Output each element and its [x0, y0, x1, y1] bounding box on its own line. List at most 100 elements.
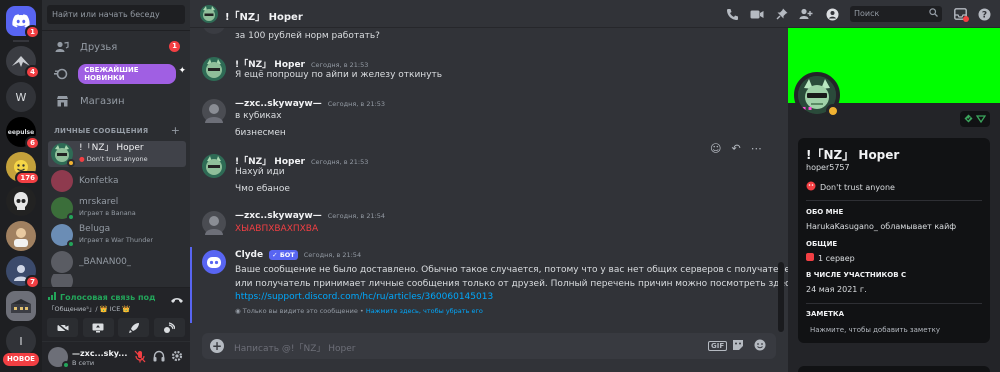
- inbox-badge: [963, 16, 969, 22]
- mutual-servers-text: 1 сервер: [818, 253, 855, 263]
- disconnect-icon[interactable]: [170, 296, 184, 307]
- server-icon-2[interactable]: W: [6, 82, 36, 112]
- avatar[interactable]: [202, 250, 226, 274]
- author-name[interactable]: !「NZ」 Hoper: [235, 154, 305, 167]
- nav-shop[interactable]: Магазин: [50, 90, 186, 112]
- avatar[interactable]: [202, 211, 226, 235]
- inbox-icon[interactable]: [952, 6, 969, 22]
- add-reaction-icon[interactable]: ☺: [710, 142, 721, 155]
- svg-text:▪ ▪: ▪ ▪: [802, 105, 812, 112]
- user-name[interactable]: —zxc...sky...: [72, 349, 127, 358]
- signal-icon: [48, 292, 57, 302]
- add-attachment-icon[interactable]: +: [210, 339, 224, 353]
- server-avatar: [6, 186, 36, 216]
- message-header: Clyde ✓ БОТ Сегодня, в 21:54: [235, 250, 361, 260]
- nitro-icon: [54, 66, 68, 82]
- headphones-icon[interactable]: [153, 350, 165, 365]
- chat-area: за 100 рублей норм работать? !「NZ」 Hoper…: [190, 0, 798, 372]
- dm-item-beluga[interactable]: Beluga Играет в War Thunder: [48, 222, 186, 248]
- emoji-icon[interactable]: [754, 339, 766, 354]
- support-link[interactable]: https://support.discord.com/hc/ru/articl…: [235, 292, 493, 302]
- voice-call-icon[interactable]: [724, 6, 740, 22]
- shop-icon: [54, 93, 70, 109]
- profile-badges: [960, 111, 990, 127]
- voice-channel[interactable]: 「Общение⁵」/ 👑 ICE 👑: [48, 303, 130, 313]
- avatar[interactable]: [202, 154, 226, 178]
- user-avatar[interactable]: [48, 347, 70, 369]
- status-idle-icon: [826, 104, 840, 118]
- chat-scrollbar[interactable]: [778, 262, 784, 332]
- create-dm-button[interactable]: +: [171, 124, 180, 137]
- hypesquad-badge-icon[interactable]: [964, 113, 973, 126]
- profile-custom-status: Don't trust anyone: [806, 181, 895, 193]
- add-friends-to-dm-icon[interactable]: [798, 6, 814, 22]
- reply-icon[interactable]: ↶: [731, 142, 740, 155]
- server-icon-3[interactable]: eepulse 6: [6, 117, 40, 150]
- server-icon-7[interactable]: 7: [6, 256, 40, 289]
- help-icon[interactable]: ?: [976, 6, 992, 22]
- divider: [806, 200, 982, 201]
- nav-friends[interactable]: Друзья 1: [50, 36, 186, 58]
- server-icon-1[interactable]: 4: [6, 46, 40, 79]
- server-icon-8[interactable]: [6, 291, 36, 321]
- dm-search-input[interactable]: Найти или начать беседу: [47, 5, 185, 24]
- author-name[interactable]: !「NZ」 Hoper: [235, 57, 305, 70]
- author-name[interactable]: —zxc..skywayw—: [235, 211, 322, 221]
- author-name[interactable]: —zxc..skywayw—: [235, 99, 322, 109]
- dm-item-konfetka[interactable]: Konfetka: [48, 168, 186, 194]
- status-online: [67, 240, 75, 248]
- camera-off-button[interactable]: [47, 318, 78, 337]
- avatar[interactable]: [202, 57, 226, 81]
- video-call-icon[interactable]: [749, 6, 765, 22]
- soundboard-button[interactable]: [153, 318, 185, 337]
- activity-rocket-button[interactable]: [118, 318, 150, 337]
- more-options-icon[interactable]: ⋯: [751, 142, 762, 155]
- server-icon-6[interactable]: [6, 221, 36, 251]
- note-input[interactable]: Нажмите, чтобы добавить заметку: [810, 326, 940, 334]
- dm-name: mrskarel: [79, 197, 119, 207]
- custom-status-text: Don't trust anyone: [820, 182, 895, 192]
- settings-gear-icon[interactable]: [171, 350, 183, 365]
- dm-item-partial[interactable]: [48, 274, 186, 288]
- dm-item-banan[interactable]: _BANAN00_: [48, 249, 186, 275]
- gif-button[interactable]: GIF: [708, 341, 728, 351]
- discord-window: 1 4 W eepulse 6 176 7 I НОВОЕ Найти или …: [0, 0, 1000, 372]
- server-avatar: W: [6, 82, 36, 112]
- message-composer[interactable]: + Написать @!「NZ」 Hoper GIF: [202, 333, 776, 359]
- eye-icon: ◉: [235, 307, 241, 315]
- sticker-icon[interactable]: [732, 339, 744, 354]
- profile-extra-card: [798, 366, 990, 372]
- chat-header: !「NZ」 Hoper Поиск ?: [190, 0, 1000, 28]
- dismiss-message-link[interactable]: Нажмите здесь, чтобы убрать его: [366, 307, 483, 315]
- server-icon-5[interactable]: [6, 186, 36, 216]
- server-icon-9[interactable]: I: [6, 326, 36, 356]
- dm-activity: Играет в War Thunder: [79, 236, 153, 244]
- voice-status[interactable]: Голосовая связь под: [48, 292, 156, 302]
- screen-share-button[interactable]: [82, 318, 114, 337]
- avatar: [51, 224, 75, 248]
- avatar[interactable]: [202, 99, 226, 123]
- new-servers-pill[interactable]: НОВОЕ: [3, 353, 39, 366]
- header-search-input[interactable]: Поиск: [850, 6, 942, 22]
- dm-item-hoper[interactable]: !「NZ」 Hoper ● Don't trust anyone: [48, 141, 186, 167]
- divider: [42, 30, 190, 31]
- user-profile-toggle-icon[interactable]: [824, 6, 840, 22]
- mutual-servers[interactable]: 1 сервер: [806, 253, 855, 263]
- ephemeral-highlight: [190, 247, 192, 323]
- server-badge: 7: [25, 275, 40, 289]
- home-button[interactable]: 1: [6, 6, 40, 39]
- pinned-messages-icon[interactable]: [774, 6, 790, 22]
- nitro-badge-icon[interactable]: [975, 113, 987, 126]
- status-emoji-icon: ●: [79, 155, 85, 163]
- header-avatar: [200, 5, 218, 23]
- author-name[interactable]: Clyde: [235, 250, 263, 260]
- server-avatar: I: [6, 326, 36, 356]
- server-icon-4[interactable]: 176: [6, 152, 40, 185]
- nav-nitro[interactable]: СВЕЖАЙШИЕ НОВИНКИ ✦: [50, 63, 186, 85]
- mute-mic-icon[interactable]: [134, 350, 146, 366]
- status-idle: [67, 159, 75, 167]
- dm-item-mrskarel[interactable]: mrskarel Играет в Banana: [48, 195, 186, 221]
- server-icon: [806, 253, 814, 263]
- ephemeral-note: ◉ Только вы видите это сообщение • Нажми…: [235, 307, 483, 315]
- message-input[interactable]: Написать @!「NZ」 Hoper: [234, 341, 355, 354]
